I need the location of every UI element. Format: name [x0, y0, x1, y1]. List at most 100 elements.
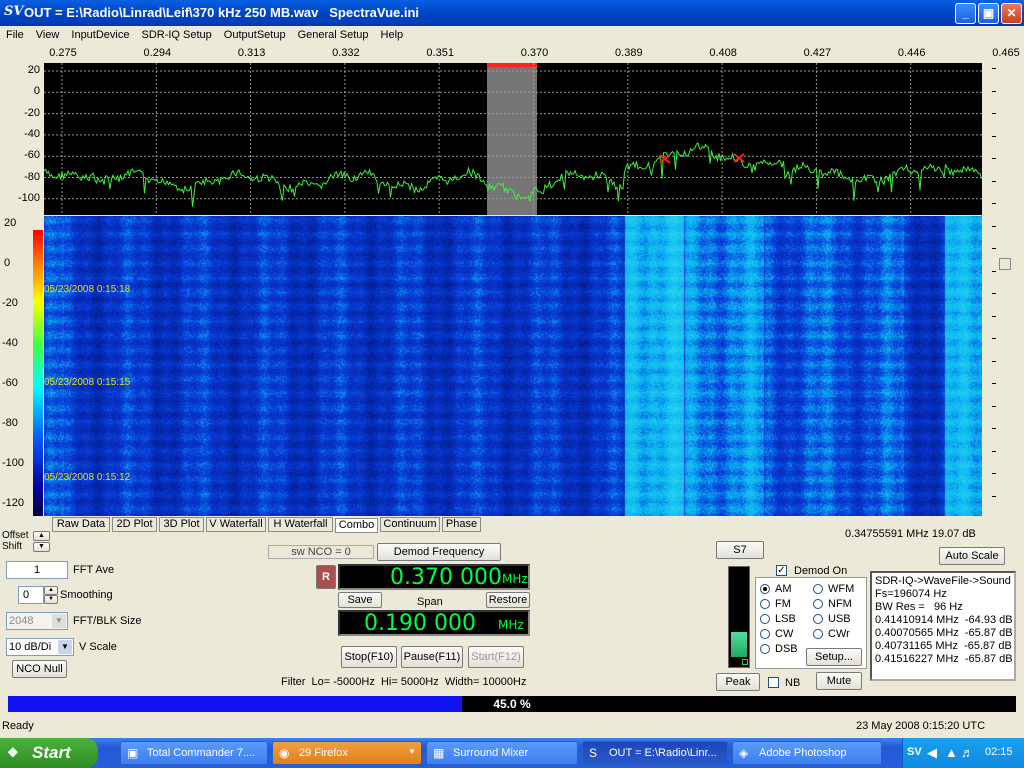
stop-button[interactable]: Stop(F10)	[341, 646, 397, 668]
mute-button[interactable]: Mute	[816, 672, 862, 690]
taskbar-task[interactable]: ▣ Total Commander 7....	[120, 741, 268, 765]
slider-tick	[992, 360, 996, 362]
start-button-taskbar[interactable]: ❖ Start	[0, 738, 98, 768]
menu-item-inputdevice[interactable]: InputDevice	[65, 27, 135, 41]
windows-logo-icon: ❖	[7, 745, 19, 760]
center-frequency-display[interactable]: 0.370 000 MHz	[338, 564, 530, 590]
vertical-slider-thumb[interactable]	[999, 258, 1011, 270]
mode-radio-dsb[interactable]	[760, 644, 770, 654]
taskbar-task[interactable]: ◈ Adobe Photoshop	[732, 741, 882, 765]
peak-button[interactable]: Peak	[716, 673, 760, 691]
mode-radio-am[interactable]	[760, 584, 770, 594]
tray-network-icon[interactable]: ▲	[945, 745, 958, 760]
tab-raw-data[interactable]: Raw Data	[52, 517, 110, 532]
mode-radio-nfm[interactable]	[813, 599, 823, 609]
span-label: Span	[417, 596, 443, 608]
tab-2d-plot[interactable]: 2D Plot	[112, 517, 157, 532]
tab-phase[interactable]: Phase	[442, 517, 481, 532]
minimize-button[interactable]: _	[955, 3, 976, 24]
pause-button[interactable]: Pause(F11)	[401, 646, 463, 668]
mode-radio-usb[interactable]	[813, 614, 823, 624]
menu-item-help[interactable]: Help	[375, 27, 410, 41]
waterfall-timestamps: 05/23/2008 0:15:18 05/23/2008 0:15:15 05/2…	[44, 216, 244, 516]
slider-tick	[992, 293, 996, 294]
smoothing-input[interactable]: 0	[18, 586, 44, 604]
nb-label: NB	[785, 677, 801, 689]
spectrum-db-tick: -80	[24, 170, 40, 183]
chevron-down-icon: ▼	[52, 614, 66, 628]
checkmark-icon: ✓	[777, 565, 786, 576]
save-button[interactable]: Save	[338, 592, 382, 608]
tab-3d-plot[interactable]: 3D Plot	[159, 517, 204, 532]
nco-null-button[interactable]: NCO Null	[12, 660, 67, 678]
slider-tick	[992, 225, 996, 227]
mode-radio-cwr[interactable]	[813, 629, 823, 639]
app-icon[interactable]: SV	[4, 4, 23, 22]
tab-h-waterfall[interactable]: H Waterfall	[268, 517, 333, 532]
tray-back-icon[interactable]: ◀	[927, 745, 937, 761]
freq-tick-label: 0.370	[520, 47, 549, 59]
menu-bar: File View InputDevice SDR-IQ Setup OutputSet…	[0, 27, 1024, 45]
info-line: 0.41410914 MHz -64.93 dB	[875, 614, 1013, 626]
info-line: 0.40070565 MHz -65.87 dB	[875, 627, 1013, 639]
freq-tick-label: 0.275	[49, 47, 77, 59]
tray-sv-icon[interactable]: SV	[907, 746, 922, 758]
fft-ave-input[interactable]: 1	[6, 561, 68, 579]
mode-label-fm: FM	[775, 598, 791, 610]
start-button[interactable]: Start(F12)	[468, 646, 524, 668]
mode-radio-fm[interactable]	[760, 599, 770, 609]
waterfall-db-axis: 20 0 -20 -40 -60 -80 -100 -120	[0, 216, 32, 516]
folder-icon: ▣	[127, 746, 139, 760]
mode-radio-cw[interactable]	[760, 629, 770, 639]
maximize-button[interactable]: ▣	[978, 3, 999, 24]
offset-spin-button[interactable]: ▲	[33, 531, 50, 541]
menu-item-file[interactable]: File	[0, 27, 30, 41]
taskbar-task[interactable]: ▦ Surround Mixer	[426, 741, 578, 765]
demod-frequency-button[interactable]: Demod Frequency	[377, 543, 501, 561]
smoothing-label: Smoothing	[60, 589, 113, 601]
center-frequency-unit: MHz	[502, 572, 528, 586]
nb-checkbox[interactable]	[768, 677, 779, 688]
waterfall-db-tick: -60	[2, 377, 18, 389]
vscale-select[interactable]: 10 dB/Di ▼	[6, 638, 74, 656]
menu-item-view[interactable]: View	[30, 27, 66, 41]
tab-combo[interactable]: Combo	[335, 518, 378, 533]
menu-item-sdr-iq-setup[interactable]: SDR-IQ Setup	[135, 27, 217, 41]
mode-label-usb: USB	[828, 613, 851, 625]
smoothing-up-button[interactable]: ▲	[44, 586, 58, 595]
tab-v-waterfall[interactable]: V Waterfall	[206, 517, 266, 532]
tray-speaker-icon[interactable]: ♬	[961, 745, 974, 760]
mode-label-lsb: LSB	[775, 613, 796, 625]
fft-blk-select[interactable]: 2048 ▼	[6, 612, 68, 630]
s-meter-button[interactable]: S7	[716, 541, 764, 559]
slider-tick	[992, 383, 996, 384]
info-line: 0.41516227 MHz -65.87 dB	[875, 653, 1013, 665]
taskbar-task-label: Surround Mixer	[453, 747, 529, 759]
waterfall-db-tick: -80	[2, 417, 18, 429]
waterfall-db-tick: 20	[4, 217, 17, 229]
center-frequency-value: 0.370 000	[390, 565, 502, 590]
smoothing-down-button[interactable]: ▼	[44, 595, 58, 604]
frequency-axis: 0.275 0.294 0.313 0.332 0.351 0.370 0.389 0.408…	[0, 47, 1024, 62]
taskbar-task[interactable]: S OUT = E:\Radio\Linr...	[582, 741, 728, 765]
shift-spin-button[interactable]: ▼	[33, 542, 50, 552]
minimize-icon: _	[962, 6, 969, 20]
title-bar[interactable]: SV OUT = E:\Radio\Linrad\Leif\370 kHz 25…	[0, 0, 1024, 26]
r-button[interactable]: R	[316, 565, 336, 589]
mode-radio-wfm[interactable]	[813, 584, 823, 594]
menu-item-outputsetup[interactable]: OutputSetup	[218, 27, 292, 41]
freq-tick-label: 0.446	[897, 47, 926, 59]
close-button[interactable]: ✕	[1001, 3, 1022, 24]
spectrum-plot[interactable]	[44, 63, 982, 215]
span-frequency-display[interactable]: 0.190 000 MHz	[338, 610, 530, 636]
menu-item-general-setup[interactable]: General Setup	[292, 27, 375, 41]
auto-scale-button[interactable]: Auto Scale	[939, 547, 1005, 565]
filter-info: Filter Lo= -5000Hz Hi= 5000Hz Width= 100…	[281, 676, 527, 688]
tab-continuum[interactable]: Continuum	[380, 517, 440, 532]
setup-button[interactable]: Setup...	[806, 648, 862, 666]
demod-on-checkbox[interactable]: ✓	[776, 565, 787, 576]
taskbar-task[interactable]: ◉ 29 Firefox ▼	[272, 741, 422, 765]
slider-tick	[992, 315, 996, 317]
restore-button[interactable]: Restore	[486, 592, 530, 608]
mode-radio-lsb[interactable]	[760, 614, 770, 624]
